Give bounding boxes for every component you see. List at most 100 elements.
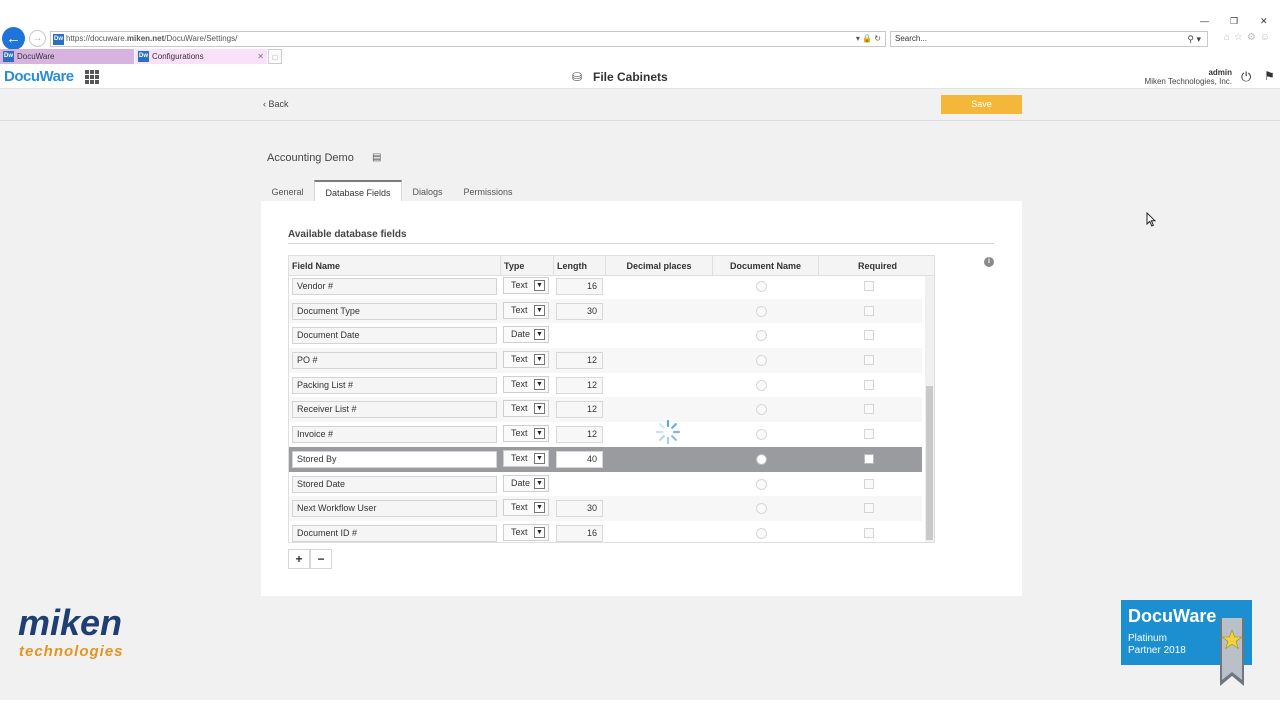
document-name-radio[interactable] bbox=[756, 330, 767, 342]
column-header-document-name[interactable]: Document Name bbox=[713, 256, 819, 276]
browser-back-icon[interactable]: ← bbox=[2, 27, 25, 50]
required-checkbox[interactable] bbox=[864, 281, 874, 291]
table-row[interactable]: Receiver List # Text ▼ 12 bbox=[289, 397, 922, 423]
field-name-input[interactable]: Next Workflow User bbox=[292, 500, 497, 518]
required-checkbox[interactable] bbox=[864, 453, 874, 464]
field-length-input[interactable]: 30 bbox=[556, 302, 603, 320]
required-checkbox[interactable] bbox=[864, 330, 874, 341]
required-checkbox[interactable] bbox=[864, 429, 874, 440]
field-type-select[interactable]: Text ▼ bbox=[503, 400, 549, 418]
tab-general[interactable]: General bbox=[261, 180, 314, 202]
address-bar[interactable]: Dw https://docuware.miken.net/DocuWare/S… bbox=[50, 31, 886, 47]
field-type-select[interactable]: Date ▼ bbox=[503, 326, 549, 344]
browser-search-input[interactable]: Search... ⚲ ▾ bbox=[890, 31, 1208, 47]
document-name-radio[interactable] bbox=[756, 305, 767, 317]
field-type-select[interactable]: Text ▼ bbox=[503, 523, 549, 541]
tab-permissions[interactable]: Permissions bbox=[453, 180, 523, 202]
browser-toolbar-icons[interactable]: ⌂☆⚙☺ bbox=[1224, 32, 1274, 43]
field-length-input[interactable]: 12 bbox=[556, 376, 603, 394]
document-name-radio[interactable] bbox=[756, 379, 767, 391]
new-tab-button[interactable]: □ bbox=[268, 49, 282, 64]
megaphone-icon[interactable]: ⚑ bbox=[1264, 69, 1275, 83]
comment-icon[interactable]: ▤ bbox=[372, 152, 381, 163]
required-checkbox[interactable] bbox=[864, 379, 874, 390]
table-row[interactable]: Invoice # Text ▼ 12 bbox=[289, 422, 922, 447]
document-name-radio[interactable] bbox=[756, 281, 767, 292]
field-name-input[interactable]: Stored By bbox=[292, 450, 497, 468]
field-type-select[interactable]: Text ▼ bbox=[503, 301, 549, 319]
remove-field-button[interactable]: − bbox=[310, 549, 332, 569]
column-header-length[interactable]: Length bbox=[554, 256, 606, 276]
document-name-radio[interactable] bbox=[756, 503, 767, 515]
browser-forward-icon[interactable]: → bbox=[29, 30, 46, 47]
document-name-radio[interactable] bbox=[756, 355, 767, 367]
table-row[interactable]: Vendor # Text ▼ 16 bbox=[289, 274, 922, 299]
field-name-input[interactable]: Invoice # bbox=[292, 426, 497, 444]
table-row[interactable]: Next Workflow User Text ▼ 30 bbox=[289, 496, 922, 521]
search-icon[interactable]: ⚲ ▾ bbox=[1187, 32, 1201, 46]
document-name-radio[interactable] bbox=[756, 478, 767, 490]
user-name[interactable]: admin bbox=[1208, 68, 1232, 77]
address-tools-icon[interactable]: ▾ 🔒 ↻ bbox=[856, 33, 881, 45]
add-field-button[interactable]: + bbox=[288, 549, 310, 569]
field-name-input[interactable]: Vendor # bbox=[292, 278, 497, 295]
close-icon[interactable]: ✕ bbox=[1260, 16, 1268, 27]
required-checkbox[interactable] bbox=[864, 355, 874, 366]
back-link[interactable]: ‹ Back bbox=[263, 99, 289, 109]
field-name-input[interactable]: Receiver List # bbox=[292, 401, 497, 419]
table-row[interactable]: Document ID # Text ▼ 16 bbox=[289, 521, 922, 542]
power-icon[interactable]: ⏻ bbox=[1241, 69, 1251, 85]
field-name-input[interactable]: Document ID # bbox=[292, 524, 497, 542]
grid-icon[interactable] bbox=[85, 70, 99, 84]
field-type-select[interactable]: Text ▼ bbox=[503, 449, 549, 467]
document-name-radio[interactable] bbox=[756, 453, 767, 465]
field-type-select[interactable]: Date ▼ bbox=[503, 474, 549, 492]
column-header-field-name[interactable]: Field Name bbox=[289, 256, 501, 276]
table-scrollbar[interactable] bbox=[925, 276, 934, 542]
document-name-radio[interactable] bbox=[756, 429, 767, 441]
required-checkbox[interactable] bbox=[864, 503, 874, 514]
field-name-input[interactable]: Packing List # bbox=[292, 376, 497, 394]
field-length-input[interactable]: 12 bbox=[556, 401, 603, 419]
save-button[interactable]: Save bbox=[941, 95, 1022, 114]
scrollbar-thumb[interactable] bbox=[926, 386, 933, 540]
minimize-icon[interactable]: — bbox=[1200, 16, 1209, 26]
field-length-input[interactable]: 40 bbox=[556, 450, 603, 468]
field-name-input[interactable]: Document Type bbox=[292, 302, 497, 320]
table-row[interactable]: Stored Date Date ▼ bbox=[289, 472, 922, 497]
field-name-input[interactable]: Document Date bbox=[292, 327, 497, 345]
field-type-select[interactable]: Text ▼ bbox=[503, 277, 549, 294]
required-checkbox[interactable] bbox=[864, 404, 874, 415]
tab-dialogs[interactable]: Dialogs bbox=[402, 180, 453, 202]
required-checkbox[interactable] bbox=[864, 527, 874, 538]
field-type-select[interactable]: Text ▼ bbox=[503, 351, 549, 369]
field-length-input[interactable]: 12 bbox=[556, 352, 603, 370]
field-name-input[interactable]: PO # bbox=[292, 352, 497, 370]
table-row[interactable]: PO # Text ▼ 12 bbox=[289, 348, 922, 373]
column-header-decimal-places[interactable]: Decimal places bbox=[606, 256, 713, 276]
tab-close-icon[interactable]: ✕ bbox=[257, 49, 264, 64]
table-row[interactable]: Document Type Text ▼ 30 bbox=[289, 298, 922, 324]
field-type-select[interactable]: Text ▼ bbox=[503, 499, 549, 517]
column-header-type[interactable]: Type bbox=[501, 256, 554, 276]
table-row[interactable]: Document Date Date ▼ bbox=[289, 323, 922, 348]
document-name-radio[interactable] bbox=[756, 527, 767, 539]
table-row[interactable]: Packing List # Text ▼ 12 bbox=[289, 373, 922, 398]
field-length-input[interactable]: 30 bbox=[556, 500, 603, 518]
field-length-input[interactable]: 16 bbox=[556, 524, 603, 542]
required-checkbox[interactable] bbox=[864, 305, 874, 316]
required-checkbox[interactable] bbox=[864, 478, 874, 489]
field-length-input[interactable]: 12 bbox=[556, 426, 603, 444]
field-length-input[interactable]: 16 bbox=[556, 278, 603, 295]
address-url[interactable]: https://docuware.miken.net/DocuWare/Sett… bbox=[66, 33, 237, 45]
column-header-required[interactable]: Required bbox=[819, 256, 934, 276]
restore-icon[interactable]: ❐ bbox=[1230, 16, 1238, 27]
field-type-select[interactable]: Text ▼ bbox=[503, 425, 549, 443]
table-row-selected[interactable]: Stored By Text ▼ 40 bbox=[289, 446, 922, 472]
field-name-input[interactable]: Stored Date bbox=[292, 475, 497, 493]
field-type-select[interactable]: Text ▼ bbox=[503, 375, 549, 393]
browser-tab[interactable]: Dw Configurations ✕ bbox=[135, 49, 267, 64]
info-icon[interactable]: i bbox=[984, 257, 994, 267]
browser-tab[interactable]: Dw DocuWare bbox=[0, 49, 134, 64]
docuware-logo[interactable]: DocuWare bbox=[4, 68, 74, 85]
